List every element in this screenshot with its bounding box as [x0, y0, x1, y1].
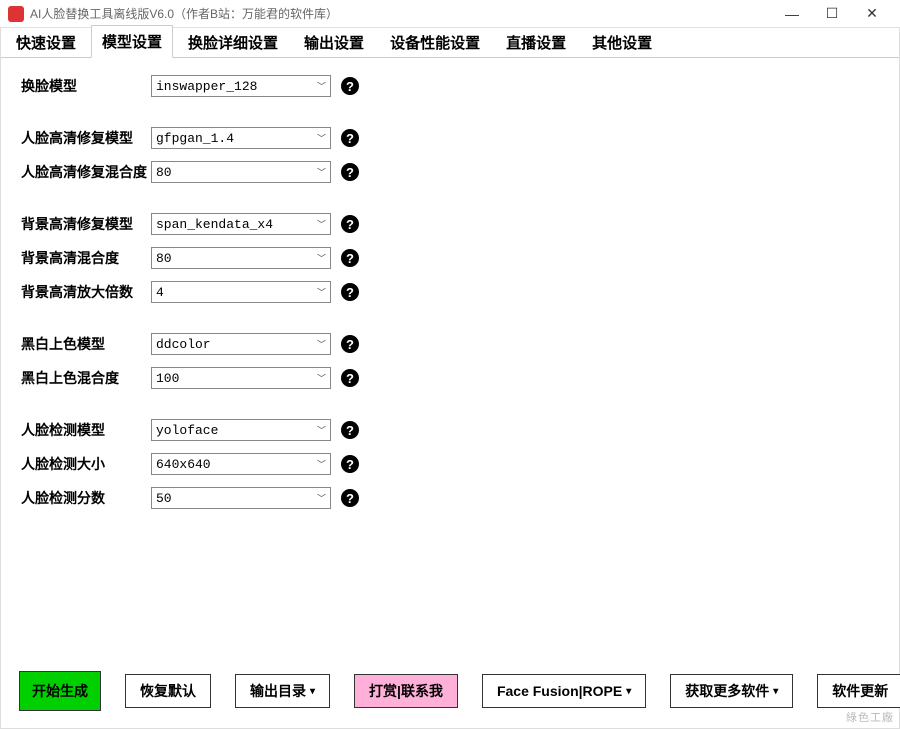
tab-content: 换脸模型 inswapper_128 ﹀ ? 人脸高清修复模型 gfpgan_1… — [1, 58, 899, 668]
select-face-enhance-model[interactable]: gfpgan_1.4 ﹀ — [151, 127, 331, 149]
maximize-button[interactable]: ☐ — [812, 0, 852, 28]
window-body: 快速设置 模型设置 换脸详细设置 输出设置 设备性能设置 直播设置 其他设置 换… — [0, 28, 900, 729]
select-face-detect-score-value: 50 — [156, 491, 172, 506]
group-bw-color: 黑白上色模型 ddcolor ﹀ ? 黑白上色混合度 100 ﹀ ? — [21, 332, 879, 390]
help-icon[interactable]: ? — [341, 77, 359, 95]
row-face-detect-model: 人脸检测模型 yoloface ﹀ ? — [21, 418, 879, 442]
chevron-down-icon: ﹀ — [317, 252, 326, 265]
label-bg-enhance-model: 背景高清修复模型 — [21, 214, 151, 234]
more-software-button[interactable]: 获取更多软件 — [670, 674, 793, 708]
group-face-detect: 人脸检测模型 yoloface ﹀ ? 人脸检测大小 640x640 ﹀ ? 人… — [21, 418, 879, 510]
bottom-bar: 开始生成 恢复默认 输出目录 打赏|联系我 Face Fusion|ROPE 获… — [1, 668, 899, 728]
label-face-enhance-blend: 人脸高清修复混合度 — [21, 162, 151, 182]
label-swap-model: 换脸模型 — [21, 76, 151, 96]
tab-model-settings[interactable]: 模型设置 — [91, 25, 173, 58]
update-button[interactable]: 软件更新 — [817, 674, 900, 708]
titlebar: AI人脸替换工具离线版V6.0（作者B站：万能君的软件库） — ☐ ✕ — [0, 0, 900, 28]
chevron-down-icon: ﹀ — [317, 218, 326, 231]
label-face-detect-size: 人脸检测大小 — [21, 454, 151, 474]
chevron-down-icon: ﹀ — [317, 80, 326, 93]
tab-device-settings[interactable]: 设备性能设置 — [379, 26, 491, 58]
row-bw-color-model: 黑白上色模型 ddcolor ﹀ ? — [21, 332, 879, 356]
label-face-detect-model: 人脸检测模型 — [21, 420, 151, 440]
row-bw-color-blend: 黑白上色混合度 100 ﹀ ? — [21, 366, 879, 390]
chevron-down-icon: ﹀ — [317, 458, 326, 471]
minimize-button[interactable]: — — [772, 0, 812, 28]
select-face-enhance-model-value: gfpgan_1.4 — [156, 131, 234, 146]
select-face-detect-size[interactable]: 640x640 ﹀ — [151, 453, 331, 475]
chevron-down-icon: ﹀ — [317, 286, 326, 299]
chevron-down-icon: ﹀ — [317, 338, 326, 351]
window-controls: — ☐ ✕ — [772, 0, 892, 28]
tab-quick-settings[interactable]: 快速设置 — [5, 26, 87, 58]
tab-swap-detail-settings[interactable]: 换脸详细设置 — [177, 26, 289, 58]
select-bg-enhance-model-value: span_kendata_x4 — [156, 217, 273, 232]
reset-button[interactable]: 恢复默认 — [125, 674, 211, 708]
label-bg-enhance-scale: 背景高清放大倍数 — [21, 282, 151, 302]
label-bw-color-blend: 黑白上色混合度 — [21, 368, 151, 388]
help-icon[interactable]: ? — [341, 163, 359, 181]
select-swap-model[interactable]: inswapper_128 ﹀ — [151, 75, 331, 97]
help-icon[interactable]: ? — [341, 369, 359, 387]
chevron-down-icon: ﹀ — [317, 424, 326, 437]
select-face-enhance-blend-value: 80 — [156, 165, 172, 180]
row-bg-enhance-blend: 背景高清混合度 80 ﹀ ? — [21, 246, 879, 270]
label-face-detect-score: 人脸检测分数 — [21, 488, 151, 508]
help-icon[interactable]: ? — [341, 455, 359, 473]
help-icon[interactable]: ? — [341, 215, 359, 233]
select-bw-color-blend[interactable]: 100 ﹀ — [151, 367, 331, 389]
fusion-rope-button[interactable]: Face Fusion|ROPE — [482, 674, 646, 708]
row-face-detect-score: 人脸检测分数 50 ﹀ ? — [21, 486, 879, 510]
close-button[interactable]: ✕ — [852, 0, 892, 28]
select-bg-enhance-scale-value: 4 — [156, 285, 164, 300]
chevron-down-icon: ﹀ — [317, 492, 326, 505]
row-bg-enhance-scale: 背景高清放大倍数 4 ﹀ ? — [21, 280, 879, 304]
label-bw-color-model: 黑白上色模型 — [21, 334, 151, 354]
tab-other-settings[interactable]: 其他设置 — [581, 26, 663, 58]
donate-button[interactable]: 打赏|联系我 — [354, 674, 458, 708]
output-dir-button[interactable]: 输出目录 — [235, 674, 330, 708]
chevron-down-icon: ﹀ — [317, 166, 326, 179]
label-face-enhance-model: 人脸高清修复模型 — [21, 128, 151, 148]
help-icon[interactable]: ? — [341, 421, 359, 439]
select-face-enhance-blend[interactable]: 80 ﹀ — [151, 161, 331, 183]
row-face-enhance-model: 人脸高清修复模型 gfpgan_1.4 ﹀ ? — [21, 126, 879, 150]
row-bg-enhance-model: 背景高清修复模型 span_kendata_x4 ﹀ ? — [21, 212, 879, 236]
select-face-detect-size-value: 640x640 — [156, 457, 211, 472]
select-bg-enhance-scale[interactable]: 4 ﹀ — [151, 281, 331, 303]
group-swap-model: 换脸模型 inswapper_128 ﹀ ? — [21, 74, 879, 98]
tab-live-settings[interactable]: 直播设置 — [495, 26, 577, 58]
select-face-detect-model-value: yoloface — [156, 423, 218, 438]
select-swap-model-value: inswapper_128 — [156, 79, 257, 94]
row-face-detect-size: 人脸检测大小 640x640 ﹀ ? — [21, 452, 879, 476]
select-bw-color-blend-value: 100 — [156, 371, 179, 386]
chevron-down-icon: ﹀ — [317, 132, 326, 145]
start-button[interactable]: 开始生成 — [19, 671, 101, 711]
help-icon[interactable]: ? — [341, 249, 359, 267]
select-face-detect-model[interactable]: yoloface ﹀ — [151, 419, 331, 441]
tab-bar: 快速设置 模型设置 换脸详细设置 输出设置 设备性能设置 直播设置 其他设置 — [1, 28, 899, 58]
help-icon[interactable]: ? — [341, 489, 359, 507]
tab-output-settings[interactable]: 输出设置 — [293, 26, 375, 58]
window-title: AI人脸替换工具离线版V6.0（作者B站：万能君的软件库） — [30, 5, 772, 22]
select-bw-color-model-value: ddcolor — [156, 337, 211, 352]
watermark: 綠色工廠 — [846, 709, 894, 725]
app-icon — [8, 6, 24, 22]
group-face-enhance: 人脸高清修复模型 gfpgan_1.4 ﹀ ? 人脸高清修复混合度 80 ﹀ ? — [21, 126, 879, 184]
select-face-detect-score[interactable]: 50 ﹀ — [151, 487, 331, 509]
label-bg-enhance-blend: 背景高清混合度 — [21, 248, 151, 268]
select-bw-color-model[interactable]: ddcolor ﹀ — [151, 333, 331, 355]
help-icon[interactable]: ? — [341, 129, 359, 147]
select-bg-enhance-blend[interactable]: 80 ﹀ — [151, 247, 331, 269]
select-bg-enhance-blend-value: 80 — [156, 251, 172, 266]
row-face-enhance-blend: 人脸高清修复混合度 80 ﹀ ? — [21, 160, 879, 184]
group-bg-enhance: 背景高清修复模型 span_kendata_x4 ﹀ ? 背景高清混合度 80 … — [21, 212, 879, 304]
help-icon[interactable]: ? — [341, 283, 359, 301]
chevron-down-icon: ﹀ — [317, 372, 326, 385]
select-bg-enhance-model[interactable]: span_kendata_x4 ﹀ — [151, 213, 331, 235]
row-swap-model: 换脸模型 inswapper_128 ﹀ ? — [21, 74, 879, 98]
help-icon[interactable]: ? — [341, 335, 359, 353]
